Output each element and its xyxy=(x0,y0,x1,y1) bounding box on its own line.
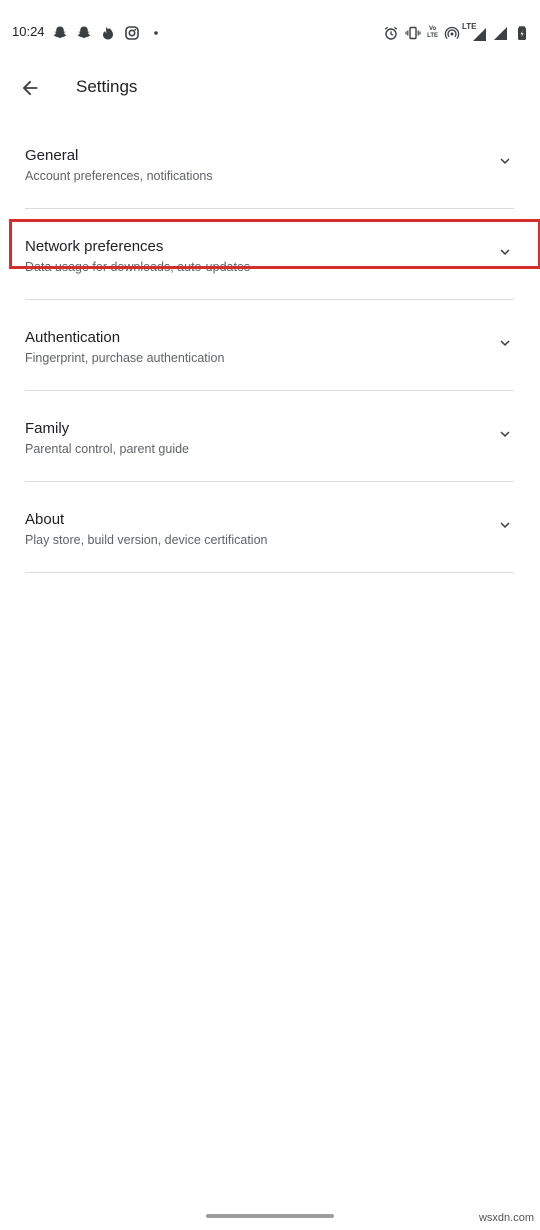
chevron-down-icon[interactable] xyxy=(496,243,514,261)
chevron-down-icon[interactable] xyxy=(496,425,514,443)
settings-item-family[interactable]: Family Parental control, parent guide xyxy=(0,391,540,482)
notification-icons xyxy=(52,24,164,42)
settings-item-title: General xyxy=(25,147,79,164)
alarm-icon xyxy=(383,25,399,41)
dot-icon xyxy=(148,25,164,41)
settings-item-title: Family xyxy=(25,420,70,437)
settings-item-general[interactable]: General Account preferences, notificatio… xyxy=(0,118,540,209)
watermark: wsxdn.com xyxy=(478,1212,534,1224)
vibrate-icon xyxy=(405,25,421,41)
chevron-down-icon[interactable] xyxy=(496,152,514,170)
settings-item-title: Network preferences xyxy=(25,238,164,255)
settings-item-subtitle: Fingerprint, purchase authentication xyxy=(25,351,225,365)
system-icons: Vo LTE LTE xyxy=(383,23,530,42)
status-bar: 10:24 Vo LTE LTE xyxy=(0,0,540,66)
gesture-nav-handle[interactable] xyxy=(206,1214,334,1218)
settings-item-title: Authentication xyxy=(25,329,121,346)
volte-icon: Vo LTE xyxy=(427,26,438,40)
settings-item-about[interactable]: About Play store, build version, device … xyxy=(0,482,540,573)
settings-item-title: About xyxy=(25,511,65,528)
settings-item-authentication[interactable]: Authentication Fingerprint, purchase aut… xyxy=(0,300,540,391)
settings-list: General Account preferences, notificatio… xyxy=(0,118,540,573)
status-time: 10:24 xyxy=(12,24,45,39)
volte-bottom-label: LTE xyxy=(427,33,438,39)
instagram-icon xyxy=(124,25,140,41)
settings-item-subtitle: Account preferences, notifications xyxy=(25,169,213,183)
signal-icon xyxy=(492,25,508,41)
settings-item-network-preferences[interactable]: Network preferences Data usage for downl… xyxy=(0,209,540,300)
lte-signal-icon: LTE xyxy=(462,23,486,41)
settings-item-subtitle: Parental control, parent guide xyxy=(25,442,189,456)
snapchat-icon xyxy=(52,25,68,41)
tinder-icon xyxy=(100,25,116,41)
back-button[interactable] xyxy=(14,72,46,104)
settings-item-subtitle: Data usage for downloads, auto-updates xyxy=(25,260,251,274)
hotspot-icon xyxy=(444,25,460,41)
arrow-back-icon xyxy=(19,77,41,99)
snapchat-icon xyxy=(76,25,92,41)
settings-item-subtitle: Play store, build version, device certif… xyxy=(25,533,268,547)
app-bar: Settings xyxy=(0,66,540,110)
chevron-down-icon[interactable] xyxy=(496,516,514,534)
chevron-down-icon[interactable] xyxy=(496,334,514,352)
divider xyxy=(25,572,514,573)
volte-top-label: Vo xyxy=(428,26,437,32)
page-title: Settings xyxy=(76,77,138,96)
battery-icon xyxy=(514,25,530,41)
